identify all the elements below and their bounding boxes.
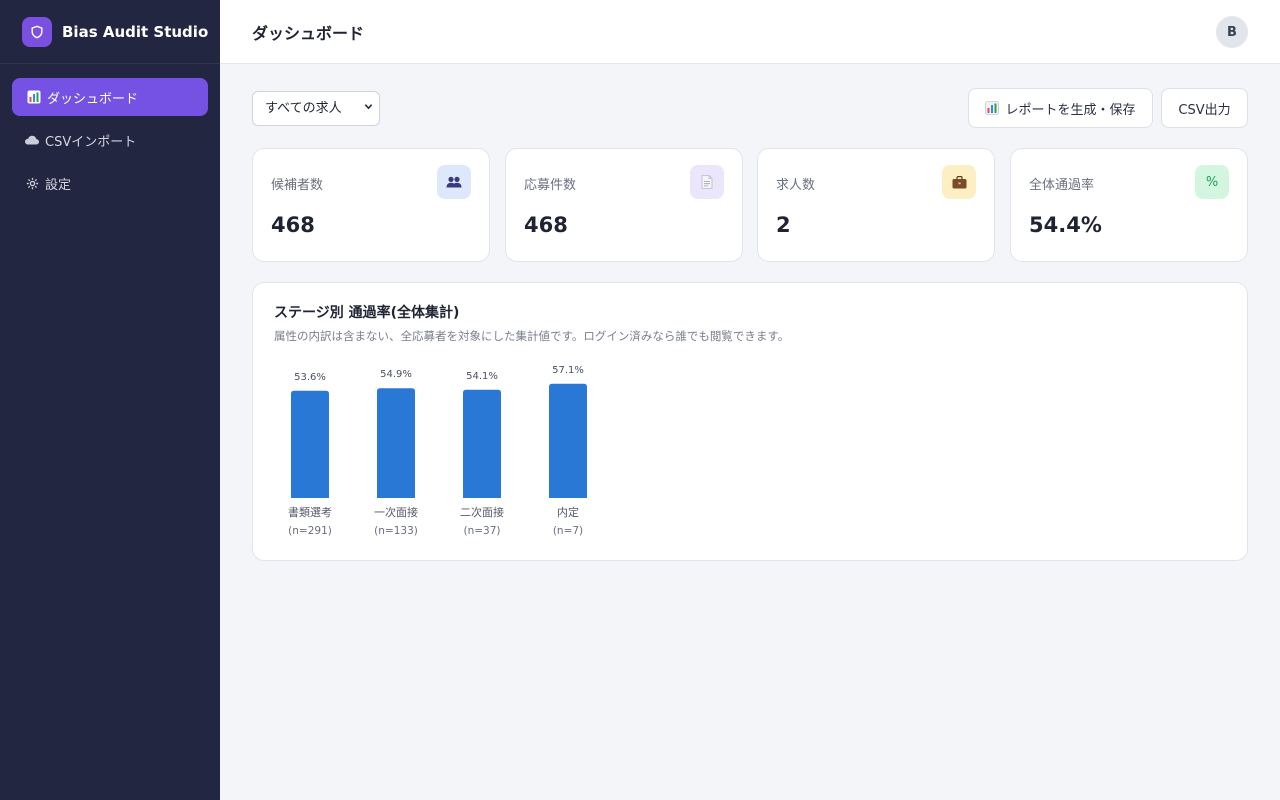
- stat-value: 468: [271, 213, 315, 237]
- stage-pass-rate-card: ステージ別 通過率(全体集計) 属性の内訳は含まない、全応募者を対象にした集計値…: [252, 282, 1248, 561]
- stat-card-applications: 応募件数 468: [505, 148, 743, 262]
- chart-bar: [377, 388, 415, 498]
- category-label: 一次面接: [374, 505, 418, 519]
- sidebar-item-dashboard[interactable]: ダッシュボード: [12, 78, 208, 116]
- sidebar-item-label: ダッシュボード: [47, 91, 139, 107]
- page-title: ダッシュボード: [252, 24, 365, 43]
- category-label: 書類選考: [288, 505, 332, 519]
- category-count-label: (n=37): [463, 525, 500, 537]
- chart-bar: [549, 383, 587, 498]
- stat-value: 468: [524, 213, 568, 237]
- csv-export-button[interactable]: CSV出力: [1161, 88, 1248, 128]
- sidebar-nav: ダッシュボード CSVインポート 設定: [0, 64, 220, 221]
- bar-chart-icon: [985, 101, 1000, 115]
- stat-label: 候補者数: [271, 178, 324, 193]
- avatar[interactable]: B: [1216, 16, 1248, 48]
- category-label: 内定: [557, 505, 579, 519]
- stat-label: 全体通過率: [1029, 178, 1095, 193]
- top-bar: ダッシュボード B: [220, 0, 1280, 64]
- stat-card-pass-rate: 全体通過率 54.4% %: [1010, 148, 1248, 262]
- chart-bar: [463, 389, 501, 498]
- stat-card-jobs: 求人数 2: [757, 148, 995, 262]
- bar-value-label: 57.1%: [552, 365, 584, 376]
- stat-value: 2: [776, 213, 791, 237]
- stat-card-candidates: 候補者数 468: [252, 148, 490, 262]
- chart-bar: [291, 390, 329, 498]
- stat-value: 54.4%: [1029, 213, 1102, 237]
- sidebar: Bias Audit Studio ダッシュボード CSVインポート 設定: [0, 0, 220, 800]
- category-count-label: (n=291): [288, 525, 332, 537]
- bar-value-label: 54.1%: [466, 371, 498, 382]
- category-label: 二次面接: [460, 505, 504, 519]
- brand: Bias Audit Studio: [0, 0, 220, 64]
- bar-value-label: 53.6%: [294, 372, 326, 383]
- category-count-label: (n=133): [374, 525, 418, 537]
- shield-icon: [22, 16, 52, 47]
- job-filter-select[interactable]: すべての求人: [252, 91, 380, 126]
- document-icon: [690, 165, 724, 199]
- generate-report-button[interactable]: レポートを生成・保存: [968, 88, 1153, 128]
- bar-value-label: 54.9%: [380, 369, 412, 380]
- category-count-label: (n=7): [553, 525, 583, 537]
- percent-icon: %: [1195, 165, 1229, 199]
- generate-report-label: レポートを生成・保存: [1005, 102, 1136, 118]
- sidebar-item-label: 設定: [45, 177, 72, 193]
- app-name: Bias Audit Studio: [62, 22, 209, 41]
- stage-pass-rate-chart: 53.6% 書類選考 (n=291) 54.9% 一次面接 (n=133) 54.1% 二次面…: [288, 365, 587, 537]
- sidebar-item-csv-import[interactable]: CSVインポート: [12, 121, 208, 159]
- briefcase-icon: [942, 165, 976, 199]
- sidebar-item-settings[interactable]: 設定: [12, 164, 208, 202]
- sidebar-item-label: CSVインポート: [45, 134, 137, 150]
- bar-chart-icon: [26, 90, 42, 104]
- gear-icon: [24, 177, 40, 190]
- stat-label: 求人数: [776, 178, 816, 193]
- users-icon: [437, 165, 471, 199]
- stat-label: 応募件数: [524, 178, 577, 193]
- cloud-icon: [24, 134, 40, 146]
